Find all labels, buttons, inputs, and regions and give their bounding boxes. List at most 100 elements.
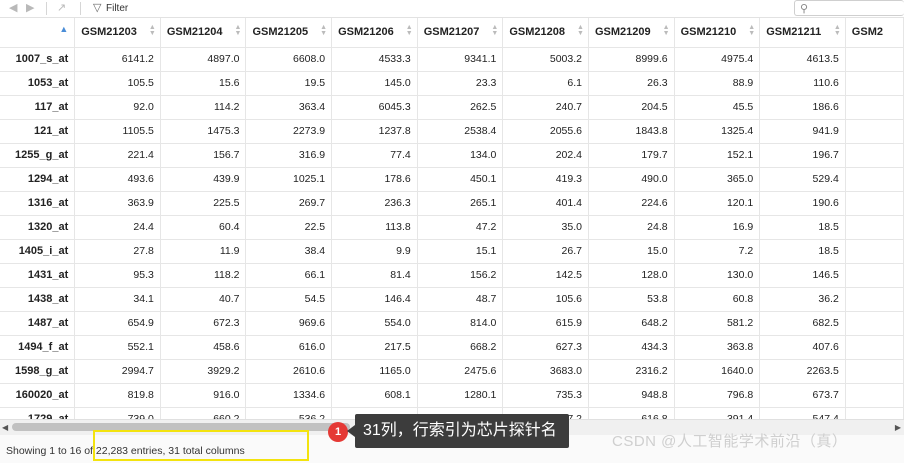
table-cell: 236.3: [331, 191, 418, 216]
table-cell: 6.1: [502, 71, 589, 96]
column-header[interactable]: GSM21206 ▲ ▼: [331, 18, 418, 48]
table-cell: 178.6: [331, 167, 418, 192]
filter-button[interactable]: Filter: [106, 2, 128, 15]
sort-icon[interactable]: ▲ ▼: [406, 24, 413, 37]
table-cell: [845, 263, 904, 288]
sort-icon[interactable]: ▲ ▼: [748, 24, 755, 37]
table-cell: 1640.0: [674, 359, 761, 384]
table-row: 1053_at 105.5 15.6 19.5 145.0 23.3 6.1 26.3 88.9…: [0, 71, 904, 96]
table-cell: 1334.6: [245, 383, 333, 408]
column-header-label: GSM21210: [680, 26, 737, 39]
table-cell: 60.8: [674, 287, 761, 312]
column-header[interactable]: GSM21204 ▲ ▼: [160, 18, 247, 48]
column-header[interactable]: GSM21209 ▲ ▼: [588, 18, 675, 48]
table-row: 1431_at 95.3 118.2 66.1 81.4 156.2 142.5 128.0 1…: [0, 263, 904, 288]
watermark: CSDN @人工智能学术前沿（真）: [612, 433, 848, 450]
table-cell: 48.7: [417, 287, 504, 312]
table-cell: [845, 287, 904, 312]
table-cell: 179.7: [588, 143, 675, 168]
table-cell: 814.0: [417, 311, 504, 336]
table-cell: 204.5: [588, 95, 675, 120]
table-cell: 92.0: [74, 95, 161, 120]
table-cell: 4975.4: [674, 47, 761, 72]
forward-arrow-icon[interactable]: ▶: [26, 2, 34, 15]
table-cell: 672.3: [160, 311, 247, 336]
table-cell: 1325.4: [674, 119, 761, 144]
back-arrow-icon[interactable]: ◀: [9, 2, 17, 15]
column-header[interactable]: GSM2: [845, 18, 904, 48]
table-cell: 529.4: [759, 167, 846, 192]
table-cell: [845, 47, 904, 72]
table-cell: 4613.5: [759, 47, 846, 72]
table-cell: 439.9: [160, 167, 247, 192]
table-cell: 265.1: [417, 191, 504, 216]
table-cell: 8999.6: [588, 47, 675, 72]
table-cell: 2475.6: [417, 359, 504, 384]
sort-icon[interactable]: ▲ ▼: [320, 24, 327, 37]
row-name-cell: 1494_f_at: [0, 335, 76, 360]
table-row: 160020_at 819.8 916.0 1334.6 608.1 1280.1 735.…: [0, 383, 904, 408]
table-cell: 152.1: [674, 143, 761, 168]
popout-icon[interactable]: ↗: [57, 2, 66, 15]
row-name-cell: 1438_at: [0, 287, 76, 312]
column-header-label: GSM21204: [166, 26, 223, 39]
toolbar-divider: [80, 2, 81, 15]
table-cell: 120.1: [674, 191, 761, 216]
column-header[interactable]: GSM21207 ▲ ▼: [417, 18, 504, 48]
table-cell: 1237.8: [331, 119, 418, 144]
table-row: 1405_i_at 27.8 11.9 38.4 9.9 15.1 26.7 15.0 7.2 1…: [0, 239, 904, 264]
table-cell: 547.4: [759, 407, 846, 419]
table-cell: [845, 119, 904, 144]
table-cell: 15.6: [160, 71, 247, 96]
column-header[interactable]: GSM21210 ▲ ▼: [674, 18, 761, 48]
scroll-left-icon[interactable]: ◀: [2, 423, 8, 432]
table-cell: [845, 311, 904, 336]
sort-icon[interactable]: ▲ ▼: [491, 24, 498, 37]
table-cell: [845, 407, 904, 419]
table-cell: 450.1: [417, 167, 504, 192]
column-header[interactable]: GSM21208 ▲ ▼: [502, 18, 589, 48]
annotation-callout: 31列，行索引为芯片探针名: [347, 414, 569, 448]
column-header[interactable]: GSM21205 ▲ ▼: [245, 18, 333, 48]
row-index-header[interactable]: ▲: [0, 18, 76, 48]
table-cell: 316.9: [245, 143, 333, 168]
table-cell: 15.0: [588, 239, 675, 264]
row-name-cell: 1598_g_at: [0, 359, 76, 384]
table-cell: 948.8: [588, 383, 675, 408]
table-cell: 363.8: [674, 335, 761, 360]
table-row: 1255_g_at 221.4 156.7 316.9 77.4 134.0 202.4 17…: [0, 143, 904, 168]
search-input[interactable]: ⚲: [794, 0, 904, 16]
scroll-right-icon[interactable]: ▶: [895, 423, 901, 432]
sort-icon[interactable]: ▲ ▼: [149, 24, 156, 37]
table-cell: 88.9: [674, 71, 761, 96]
table-cell: 27.8: [74, 239, 161, 264]
table-cell: 145.0: [331, 71, 418, 96]
sort-icon[interactable]: ▲ ▼: [663, 24, 670, 37]
table-cell: 81.4: [331, 263, 418, 288]
sort-icon[interactable]: ▲ ▼: [235, 24, 242, 37]
table-row: 1438_at 34.1 40.7 54.5 146.4 48.7 105.6 53.8 60.…: [0, 287, 904, 312]
table-cell: 113.8: [331, 215, 418, 240]
table-cell: 26.3: [588, 71, 675, 96]
toolbar: ◀ ▶ ↗ ▽ Filter ⚲: [0, 0, 904, 18]
column-header-label: GSM21209: [594, 26, 651, 39]
table-cell: 24.4: [74, 215, 161, 240]
row-name-cell: 1255_g_at: [0, 143, 76, 168]
funnel-icon[interactable]: ▽: [93, 2, 101, 15]
table-cell: 581.2: [674, 311, 761, 336]
table-cell: 34.1: [74, 287, 161, 312]
table-cell: 616.8: [588, 407, 675, 419]
table-row: 1598_g_at 2994.7 3929.2 2610.6 1165.0 2475.6 3…: [0, 359, 904, 384]
table-cell: 654.9: [74, 311, 161, 336]
sort-icon[interactable]: ▲ ▼: [577, 24, 584, 37]
table-cell: 53.8: [588, 287, 675, 312]
annotation-badge: 1: [328, 422, 348, 442]
table-cell: 156.7: [160, 143, 247, 168]
table-row: 1007_s_at 6141.2 4897.0 6608.0 4533.3 9341.1 5…: [0, 47, 904, 72]
sort-icon[interactable]: ▲ ▼: [834, 24, 841, 37]
table-cell: 365.0: [674, 167, 761, 192]
column-header[interactable]: GSM21203 ▲ ▼: [74, 18, 161, 48]
column-header[interactable]: GSM21211 ▲ ▼: [759, 18, 846, 48]
table-cell: 146.4: [331, 287, 418, 312]
table-cell: 608.1: [331, 383, 418, 408]
